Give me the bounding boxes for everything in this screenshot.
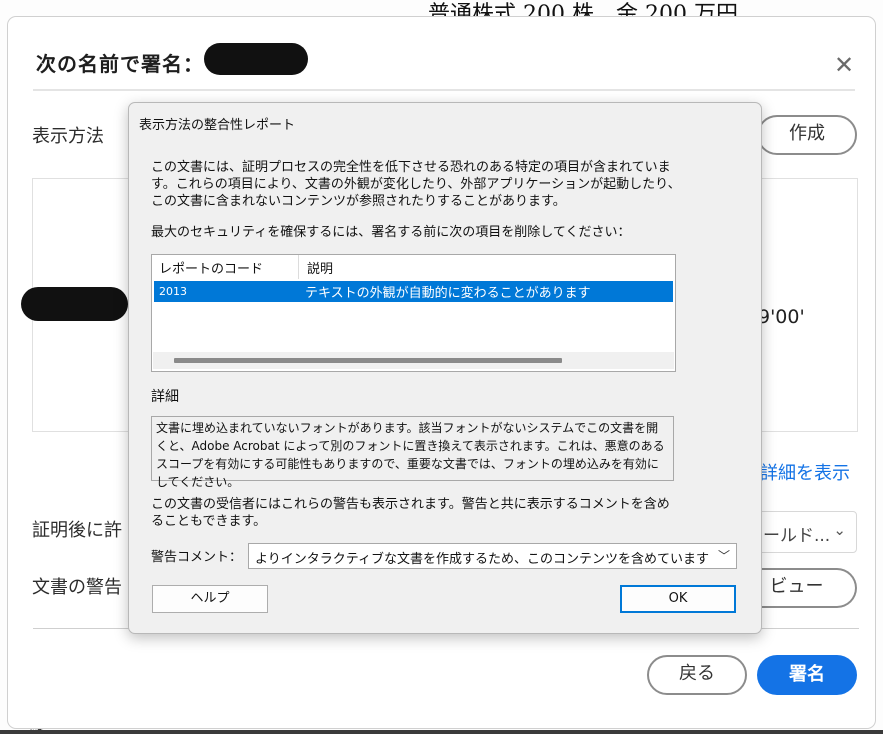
sign-dialog-title: 次の名前で署名： bbox=[36, 52, 204, 76]
preview-button[interactable]: ビュー bbox=[756, 568, 857, 608]
table-row[interactable]: 2013 テキストの外観が自動的に変わることがあります bbox=[154, 281, 673, 302]
list-header: レポートのコード 説明 bbox=[152, 255, 675, 279]
sign-button[interactable]: 署名 bbox=[757, 655, 857, 695]
lock-after-select[interactable]: ールド... ⌄ bbox=[756, 511, 857, 553]
lock-after-label: 証明後に許 bbox=[32, 520, 122, 541]
show-details-link[interactable]: 詳細を表示 bbox=[760, 459, 850, 485]
row-code: 2013 bbox=[159, 285, 187, 298]
warning-comment-label: 警告コメント： bbox=[151, 550, 243, 565]
details-text: 文書に埋め込まれていないフォントがあります。該当フォントがないシステムでこの文書… bbox=[151, 416, 674, 489]
create-appearance-button[interactable]: 作成 bbox=[757, 115, 857, 155]
back-button[interactable]: 戻る bbox=[647, 655, 747, 695]
scrollbar-thumb[interactable] bbox=[174, 358, 562, 363]
details-label: 詳細 bbox=[151, 389, 179, 405]
report-instruction-text: 最大のセキュリティを確保するには、署名する前に次の項目を削除してください： bbox=[151, 225, 631, 240]
ok-button[interactable]: OK bbox=[620, 585, 736, 613]
chevron-down-icon: ﹀ bbox=[717, 549, 730, 563]
title-divider bbox=[33, 89, 855, 91]
report-intro-text: この文書には、証明プロセスの完全性を低下させる恐れのある特定の項目が含まれていま… bbox=[151, 160, 681, 209]
warning-comment-select[interactable]: よりインタラクティブな文書を作成するため、このコンテンツを含めています ﹀ bbox=[248, 543, 737, 569]
integrity-report-dialog: 表示方法の整合性レポート この文書には、証明プロセスの完全性を低下させる恐れのあ… bbox=[128, 102, 762, 634]
report-dialog-title: 表示方法の整合性レポート bbox=[139, 118, 296, 133]
row-description: テキストの外観が自動的に変わることがあります bbox=[305, 286, 591, 301]
horizontal-scrollbar[interactable] bbox=[153, 352, 674, 369]
doc-warning-label: 文書の警告 bbox=[32, 577, 122, 598]
warning-comment-value: よりインタラクティブな文書を作成するため、このコンテンツを含めています bbox=[255, 552, 709, 567]
chevron-down-icon: ⌄ bbox=[833, 521, 846, 539]
report-items-list[interactable]: レポートのコード 説明 2013 テキストの外観が自動的に変わることがあります bbox=[151, 254, 676, 372]
appearance-label: 表示方法 bbox=[32, 126, 104, 147]
help-button[interactable]: ヘルプ bbox=[152, 585, 268, 613]
column-header-description[interactable]: 説明 bbox=[307, 258, 333, 277]
column-separator bbox=[298, 255, 299, 279]
preview-partial-text: 9'00' bbox=[758, 306, 805, 328]
close-icon[interactable]: ✕ bbox=[834, 51, 854, 79]
redacted-signer-name bbox=[204, 43, 308, 75]
recipient-note-text: この文書の受信者にはこれらの警告も表示されます。警告と共に表示するコメントを含め… bbox=[151, 497, 670, 529]
lock-after-select-value: ールド... bbox=[763, 526, 831, 546]
column-header-code[interactable]: レポートのコード bbox=[159, 258, 263, 277]
redacted-preview-name bbox=[21, 287, 128, 321]
